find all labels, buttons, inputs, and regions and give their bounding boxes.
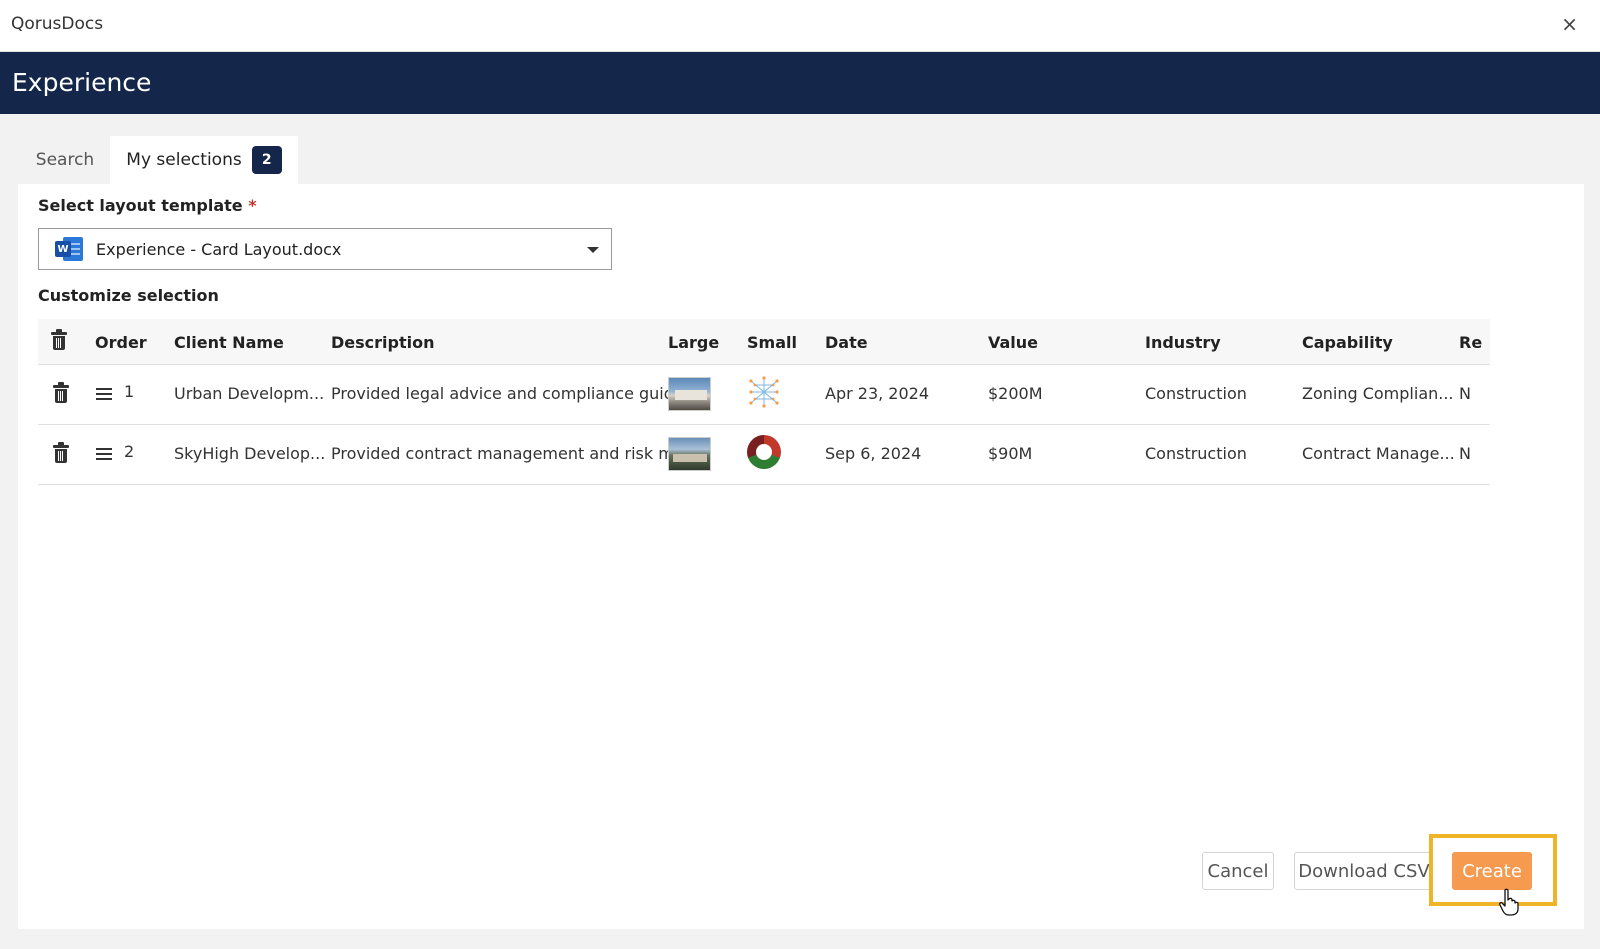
- customize-selection-label: Customize selection: [38, 286, 219, 305]
- selections-panel: Select layout template * W Experience - …: [18, 184, 1584, 929]
- page-header: Experience: [0, 52, 1600, 114]
- col-capability[interactable]: Capability: [1302, 333, 1393, 352]
- layout-template-value: Experience - Card Layout.docx: [96, 239, 342, 259]
- word-doc-icon: W: [55, 237, 83, 261]
- row-value: $90M: [988, 444, 1033, 463]
- tab-search-label: Search: [35, 150, 95, 170]
- tab-my-selections-label: My selections: [126, 150, 242, 170]
- tab-search[interactable]: Search: [20, 136, 110, 184]
- delete-all-icon[interactable]: [51, 329, 67, 350]
- selections-table: Order Client Name Description Large Smal…: [38, 319, 1490, 495]
- row-client-name: Urban Developm...: [174, 384, 325, 403]
- table-row[interactable]: 1 Urban Developm... Provided legal advic…: [38, 365, 1490, 425]
- col-order[interactable]: Order: [95, 333, 147, 352]
- table-row[interactable]: 2 SkyHigh Develop... Provided contract m…: [38, 425, 1490, 485]
- download-csv-button[interactable]: Download CSV: [1294, 852, 1434, 890]
- col-re[interactable]: Re: [1459, 333, 1482, 352]
- row-re: N: [1459, 384, 1471, 403]
- window-titlebar: QorusDocs ×: [0, 0, 1600, 52]
- layout-template-label: Select layout template *: [38, 196, 257, 215]
- col-description[interactable]: Description: [331, 333, 434, 352]
- page-title: Experience: [12, 68, 152, 97]
- selection-count-badge: 2: [251, 146, 282, 174]
- large-image-thumbnail[interactable]: [668, 377, 711, 411]
- cancel-button[interactable]: Cancel: [1202, 852, 1274, 890]
- row-date: Sep 6, 2024: [825, 444, 922, 463]
- chevron-down-icon[interactable]: [587, 247, 599, 253]
- col-large[interactable]: Large: [668, 333, 719, 352]
- row-client-name: SkyHigh Develop...: [174, 444, 326, 463]
- col-client-name[interactable]: Client Name: [174, 333, 284, 352]
- word-doc-icon-letter: W: [55, 241, 71, 257]
- row-description: Provided legal advice and compliance gui…: [331, 384, 699, 403]
- row-description: Provided contract management and risk mi…: [331, 444, 700, 463]
- row-order: 1: [124, 382, 135, 401]
- col-date[interactable]: Date: [825, 333, 868, 352]
- col-value[interactable]: Value: [988, 333, 1038, 352]
- row-value: $200M: [988, 384, 1043, 403]
- row-re: N: [1459, 444, 1471, 463]
- drag-handle-icon[interactable]: [96, 448, 112, 450]
- col-small[interactable]: Small: [747, 333, 797, 352]
- delete-row-icon[interactable]: [53, 382, 69, 403]
- row-order: 2: [124, 442, 135, 461]
- ring-logo-icon: [747, 435, 781, 469]
- col-industry[interactable]: Industry: [1145, 333, 1221, 352]
- small-image-thumbnail[interactable]: [747, 435, 781, 469]
- tab-my-selections[interactable]: My selections 2: [110, 136, 298, 184]
- close-icon[interactable]: ×: [1561, 14, 1578, 34]
- row-capability: Contract Manage...: [1302, 444, 1455, 463]
- required-mark: *: [248, 196, 257, 215]
- delete-row-icon[interactable]: [53, 442, 69, 463]
- hand-pointer-icon: [1499, 888, 1519, 916]
- row-industry: Construction: [1145, 444, 1247, 463]
- create-button[interactable]: Create: [1452, 852, 1532, 890]
- app-name: QorusDocs: [11, 14, 104, 34]
- row-date: Apr 23, 2024: [825, 384, 930, 403]
- drag-handle-icon[interactable]: [96, 388, 112, 390]
- table-header: Order Client Name Description Large Smal…: [38, 319, 1490, 365]
- layout-template-select[interactable]: W Experience - Card Layout.docx: [38, 228, 612, 270]
- large-image-thumbnail[interactable]: [668, 437, 711, 471]
- layout-template-label-text: Select layout template: [38, 196, 243, 215]
- small-image-thumbnail[interactable]: [747, 375, 781, 409]
- row-industry: Construction: [1145, 384, 1247, 403]
- row-capability: Zoning Complian...: [1302, 384, 1454, 403]
